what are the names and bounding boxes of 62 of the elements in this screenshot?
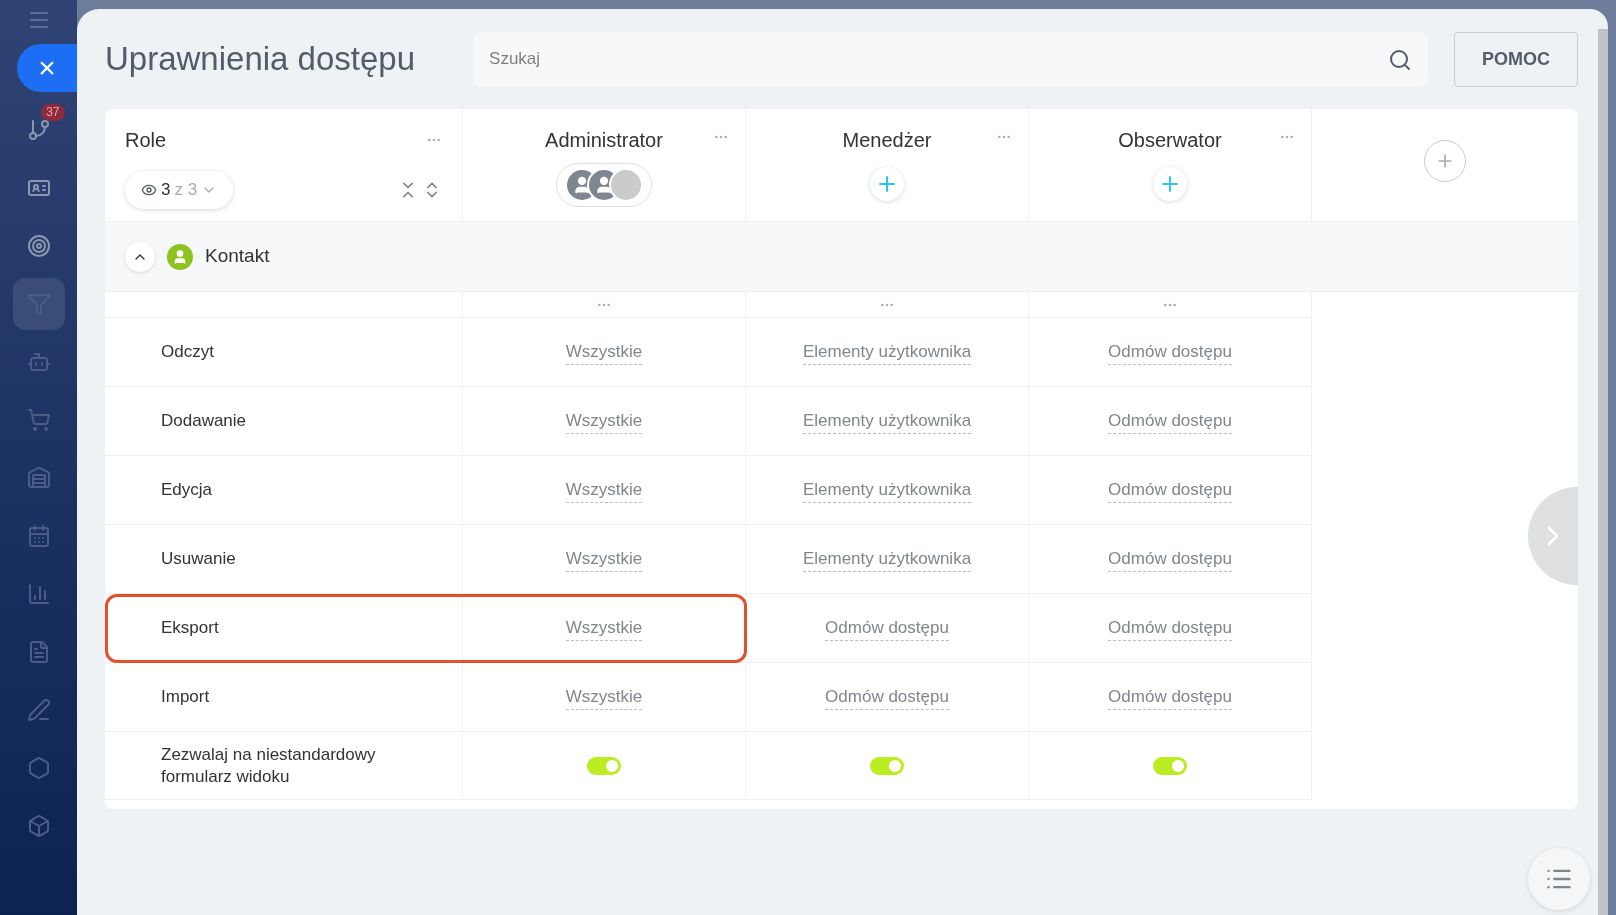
notification-badge: 37 [41,104,65,121]
group-name: Kontakt [205,244,270,269]
role-name: Obserwator [1118,128,1222,153]
role-name: Menedżer [842,128,932,153]
help-button[interactable]: POMOC [1454,31,1578,87]
toggle-switch[interactable] [870,756,904,775]
access-level-dropdown[interactable]: Elementy użytkownika [802,477,972,503]
access-level-dropdown[interactable]: Wszystkie [565,408,643,434]
permission-label: Edycja [161,479,213,501]
hexagon-icon [26,756,51,780]
permission-label: Dodawanie [161,410,247,432]
permission-label: Usuwanie [161,548,236,570]
access-level-dropdown[interactable]: Odmów dostępu [1108,546,1232,572]
visible-count: 3 [161,179,171,202]
access-level-dropdown[interactable]: Wszystkie [565,339,643,365]
list-button[interactable] [1528,848,1590,910]
box-icon [26,814,51,838]
add-member-button[interactable] [1153,167,1187,201]
search-icon[interactable] [1388,47,1412,72]
toggle-switch[interactable] [587,756,621,775]
access-level-dropdown[interactable]: Odmów dostępu [825,615,949,641]
target-icon [26,234,51,258]
permission-label: Import [161,686,210,708]
robot-icon [26,350,51,374]
cart-icon [26,408,51,432]
access-level-dropdown[interactable]: Odmów dostępu [1108,408,1232,434]
eye-icon [141,182,157,198]
access-level-dropdown[interactable]: Wszystkie [565,615,643,641]
close-button[interactable]: × [17,44,77,92]
toggle-switch[interactable] [1153,756,1187,775]
sidebar-item[interactable] [12,278,65,330]
calendar-icon [26,524,51,548]
scrollbar[interactable] [1598,29,1608,915]
bar-chart-icon [26,582,51,606]
contact-icon [167,243,193,270]
access-level-dropdown[interactable]: Odmów dostępu [1108,615,1232,641]
role-name: Administrator [545,128,663,153]
pen-icon [26,698,51,722]
access-level-dropdown[interactable]: Odmów dostępu [825,684,949,710]
nodes-icon [26,118,51,142]
access-level-dropdown[interactable]: Elementy użytkownika [802,339,972,365]
avatar-placeholder [609,168,643,202]
access-level-dropdown[interactable]: Odmów dostępu [1108,477,1232,503]
access-level-dropdown[interactable]: Elementy użytkownika [802,546,972,572]
permission-label: Zezwalaj na niestandardowy formularz widoku [161,743,377,788]
column-header: Role [125,128,167,153]
total-count: z 3 [174,179,198,202]
search-field[interactable]: Szukaj [473,31,1428,87]
access-level-dropdown[interactable]: Wszystkie [565,477,643,503]
page-title: Uprawnienia dostępu [105,39,416,80]
access-level-dropdown[interactable]: Wszystkie [565,546,643,572]
access-level-dropdown[interactable]: Wszystkie [565,684,643,710]
sidebar-item[interactable]: 37 [12,104,65,156]
permission-label: Eksport [161,617,219,639]
access-level-dropdown[interactable]: Odmów dostępu [1108,339,1232,365]
permission-label: Odczyt [161,341,214,363]
visible-roles-selector[interactable]: 3 z 3 [125,171,234,209]
access-level-dropdown[interactable]: Odmów dostępu [1108,684,1232,710]
collapse-button[interactable] [125,241,155,272]
access-level-dropdown[interactable]: Elementy użytkownika [802,408,972,434]
add-member-button[interactable] [870,167,904,201]
warehouse-icon [26,466,51,490]
